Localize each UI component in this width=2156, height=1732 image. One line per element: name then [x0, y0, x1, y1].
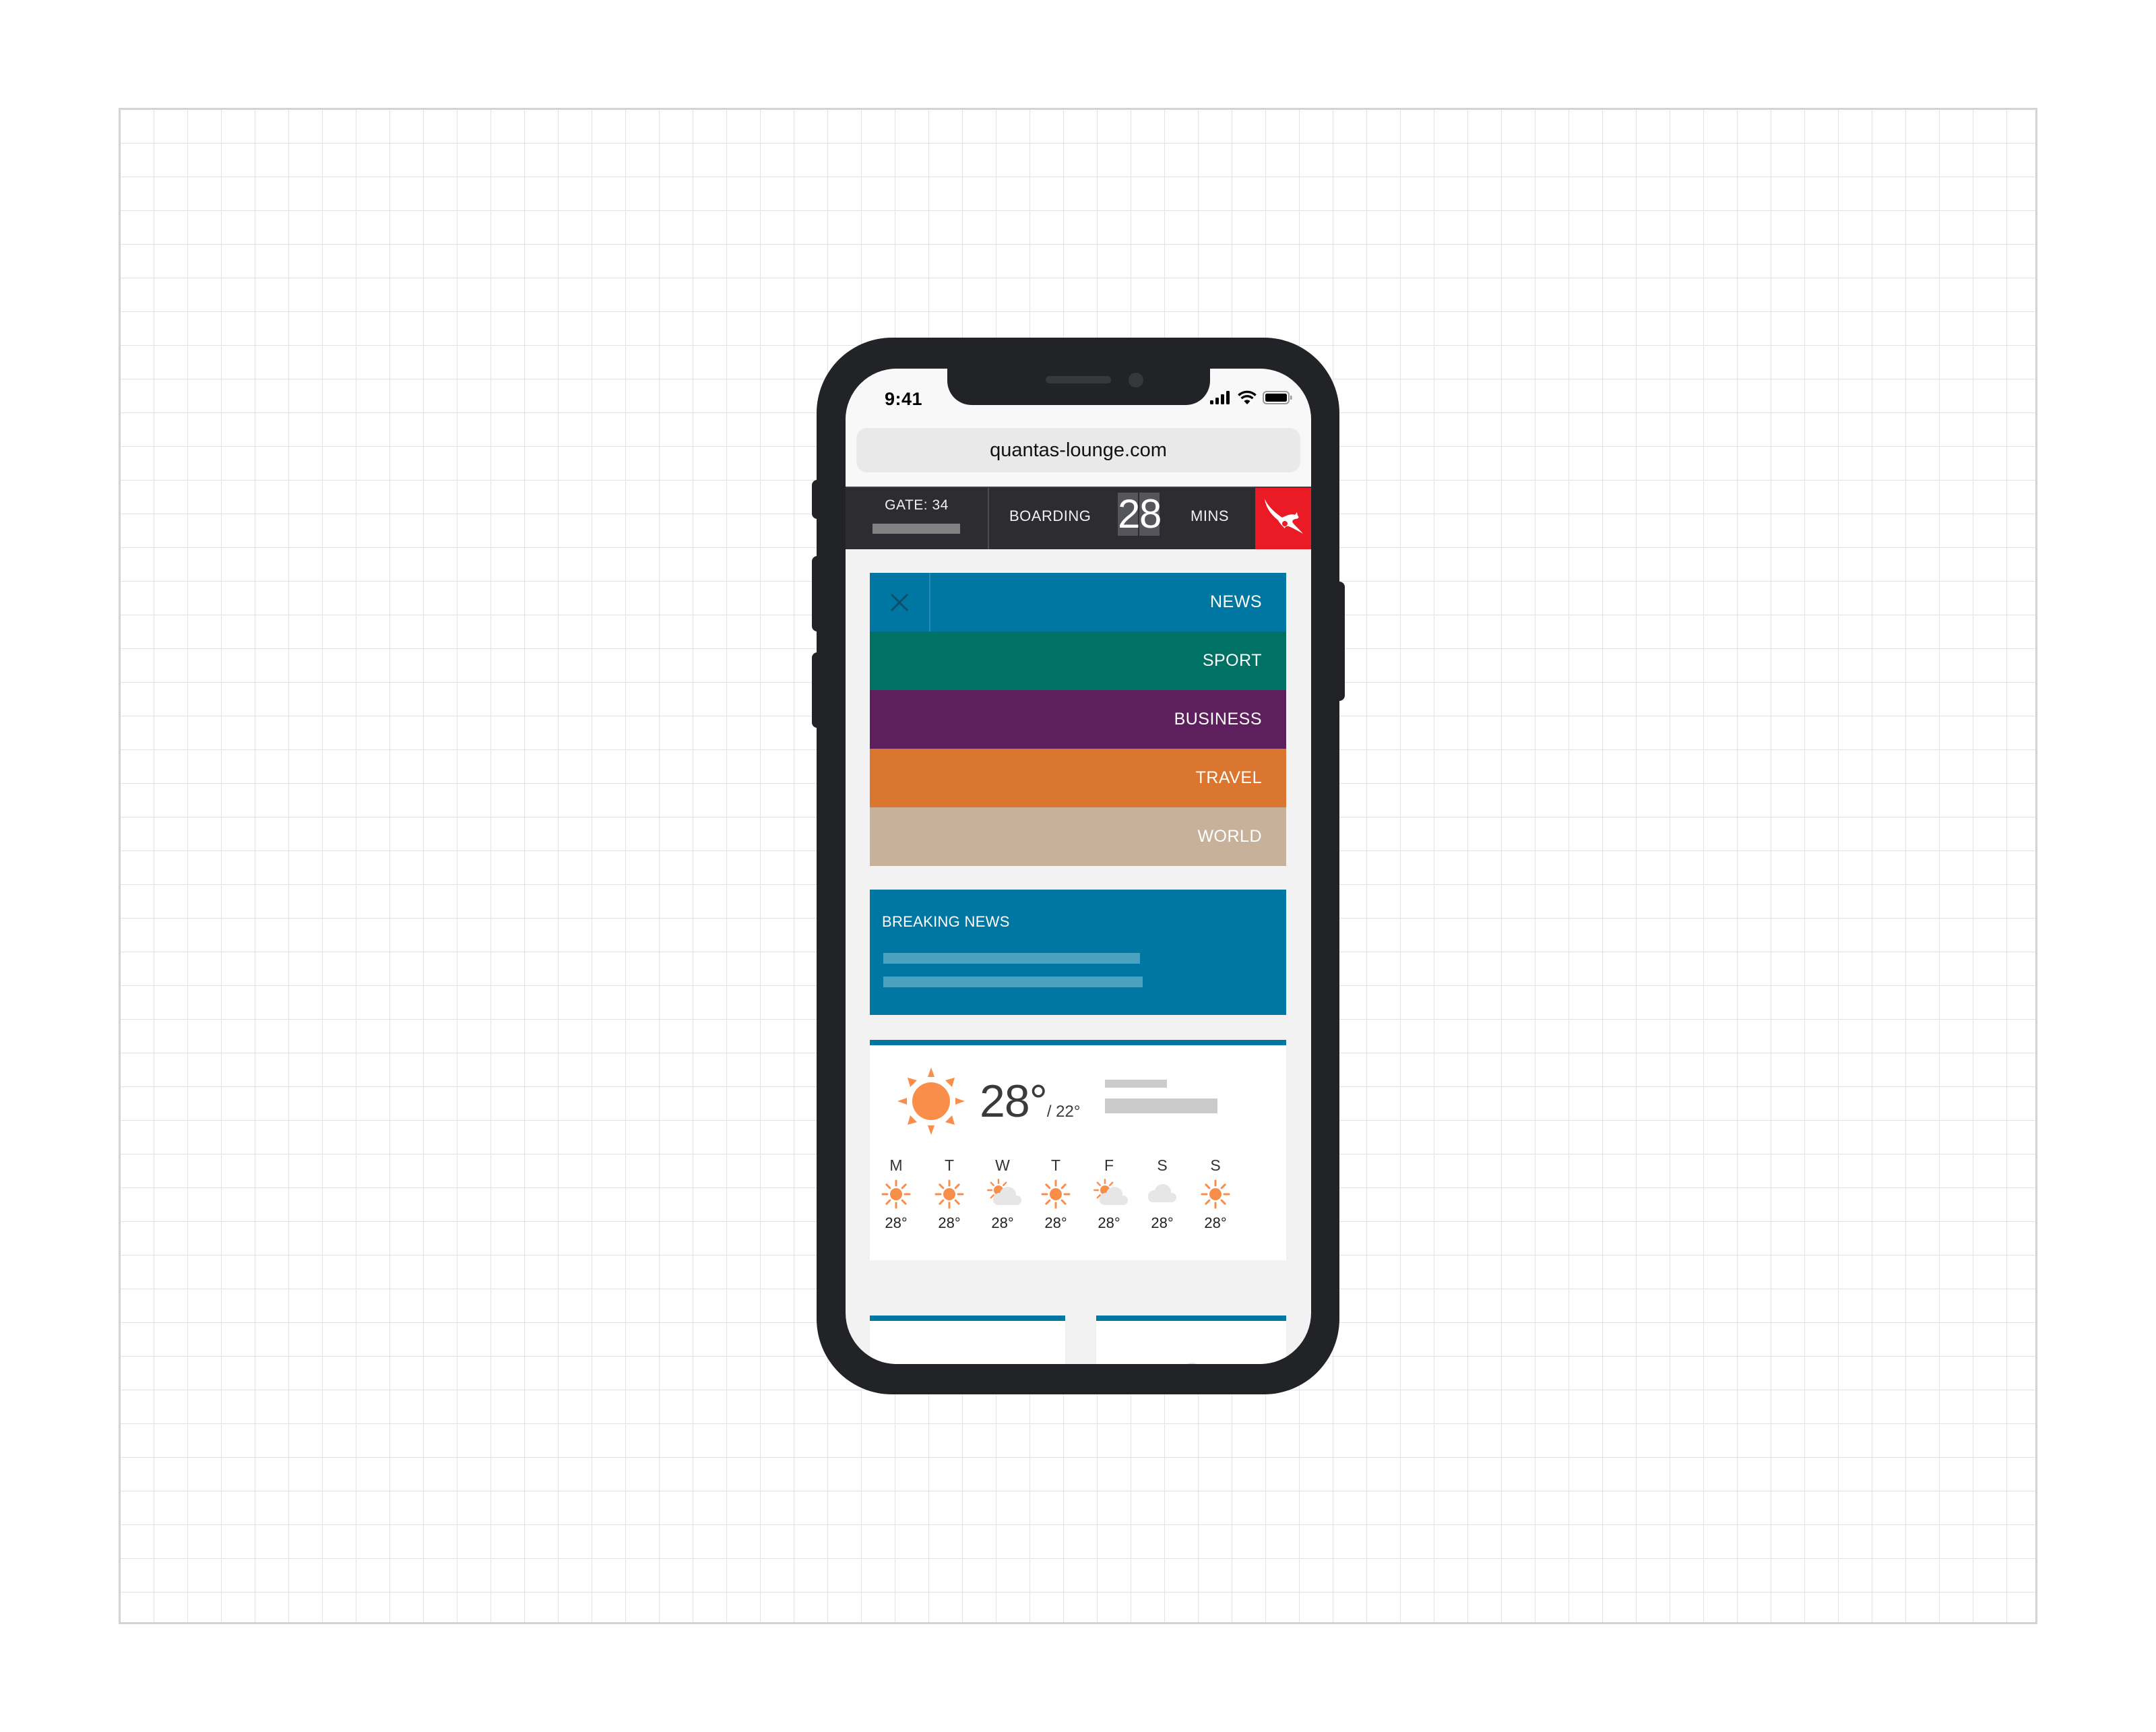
- front-camera: [1129, 373, 1143, 388]
- flight-info-bar: GATE: 34 BOARDING 2 8 MINS: [846, 487, 1311, 549]
- menu-item-label: NEWS: [1210, 592, 1262, 611]
- forecast-day-label: W: [995, 1156, 1010, 1174]
- menu-item-label: SPORT: [1202, 651, 1262, 670]
- forecast-day-label: T: [1050, 1156, 1061, 1174]
- forecast-day: W 28°: [982, 1156, 1023, 1232]
- forecast-day-label: F: [1104, 1156, 1114, 1174]
- forecast-day: T 28°: [929, 1156, 970, 1232]
- mountain-image-icon: [870, 1348, 1065, 1364]
- gate-label: GATE: 34: [885, 497, 949, 513]
- forecast-day: S 28°: [1142, 1156, 1182, 1232]
- menu-item-sport[interactable]: SPORT: [870, 631, 1286, 690]
- forecast-day-label: S: [1210, 1156, 1221, 1174]
- forecast-temp: 28°: [1098, 1214, 1120, 1231]
- header-divider: [988, 488, 989, 549]
- low-temp-value: / 22°: [1046, 1103, 1081, 1121]
- forecast-day-label: T: [944, 1156, 955, 1174]
- current-temp-value: 28°: [980, 1076, 1048, 1127]
- sun-icon: [1036, 1175, 1076, 1214]
- forecast-day: T 28°: [1036, 1156, 1076, 1232]
- wifi-icon: [1238, 390, 1257, 404]
- breaking-news-card[interactable]: BREAKING NEWS: [870, 890, 1286, 1015]
- cellular-signal-icon: [1210, 391, 1230, 404]
- speaker-grille: [1046, 376, 1111, 383]
- boarding-label: BOARDING: [1009, 507, 1091, 524]
- category-menu: NEWS SPORT BUSINESS TRAVEL WORLD: [870, 573, 1286, 866]
- phone-screen: 9:41 quantas-lounge.com GATE: 34 BOARDIN…: [846, 369, 1311, 1364]
- headline-placeholder-line: [883, 953, 1140, 964]
- forecast-temp: 28°: [1044, 1214, 1067, 1231]
- url-text: quantas-lounge.com: [990, 439, 1167, 461]
- forecast-day-label: S: [1157, 1156, 1168, 1174]
- play-video-icon: [1187, 1363, 1197, 1364]
- kangaroo-logo-icon: [1265, 499, 1303, 534]
- menu-item-world[interactable]: WORLD: [870, 807, 1286, 866]
- current-temperature: 28°/ 22°: [980, 1075, 1080, 1127]
- airline-logo[interactable]: [1255, 488, 1311, 549]
- sun-icon: [1195, 1175, 1236, 1214]
- sun-icon: [929, 1175, 970, 1214]
- gate-placeholder-bar: [873, 524, 960, 534]
- article-card-video[interactable]: [1096, 1316, 1286, 1364]
- forecast-temp: 28°: [1204, 1214, 1227, 1231]
- description-placeholder-line: [1105, 1099, 1217, 1113]
- url-bar[interactable]: quantas-lounge.com: [856, 428, 1300, 472]
- forecast-temp: 28°: [885, 1214, 908, 1231]
- cloud-icon: [1142, 1175, 1182, 1214]
- phone-frame: 9:41 quantas-lounge.com GATE: 34 BOARDIN…: [817, 338, 1339, 1394]
- status-bar: 9:41 quantas-lounge.com: [846, 369, 1311, 487]
- menu-item-label: TRAVEL: [1195, 768, 1262, 787]
- article-card-image[interactable]: [870, 1316, 1065, 1364]
- gate-info: GATE: 34: [846, 488, 988, 549]
- location-placeholder-line: [1105, 1080, 1167, 1088]
- forecast-day: M 28°: [876, 1156, 916, 1232]
- menu-item-label: WORLD: [1197, 827, 1262, 846]
- headline-placeholder-line: [883, 977, 1143, 987]
- forecast-day-label: M: [889, 1156, 903, 1174]
- menu-item-business[interactable]: BUSINESS: [870, 690, 1286, 749]
- forecast-temp: 28°: [991, 1214, 1014, 1231]
- close-icon: [890, 593, 909, 611]
- forecast-temp: 28°: [1151, 1214, 1174, 1231]
- battery-icon: [1263, 391, 1292, 404]
- partly-cloudy-icon: [982, 1175, 1023, 1214]
- forecast-day: S 28°: [1195, 1156, 1236, 1232]
- sun-icon: [876, 1175, 916, 1214]
- forecast-temp: 28°: [938, 1214, 961, 1231]
- close-menu-button[interactable]: [870, 573, 930, 631]
- partly-cloudy-icon: [1089, 1175, 1129, 1214]
- menu-item-news[interactable]: NEWS: [870, 573, 1286, 631]
- menu-item-travel[interactable]: TRAVEL: [870, 749, 1286, 807]
- boarding-digit-2: 8: [1139, 491, 1162, 536]
- mins-label: MINS: [1191, 507, 1229, 524]
- sun-icon: [897, 1068, 965, 1135]
- notch: [947, 369, 1210, 405]
- weather-card[interactable]: 28°/ 22° M 28° T 28° W 28° T 28° F 28° S 28° S 28°: [870, 1040, 1286, 1260]
- forecast-day: F 28°: [1089, 1156, 1129, 1232]
- status-icons: [1210, 390, 1292, 406]
- boarding-digit-1: 2: [1118, 491, 1141, 536]
- breaking-news-title: BREAKING NEWS: [882, 913, 1010, 930]
- status-time: 9:41: [885, 389, 923, 409]
- menu-item-label: BUSINESS: [1174, 710, 1262, 729]
